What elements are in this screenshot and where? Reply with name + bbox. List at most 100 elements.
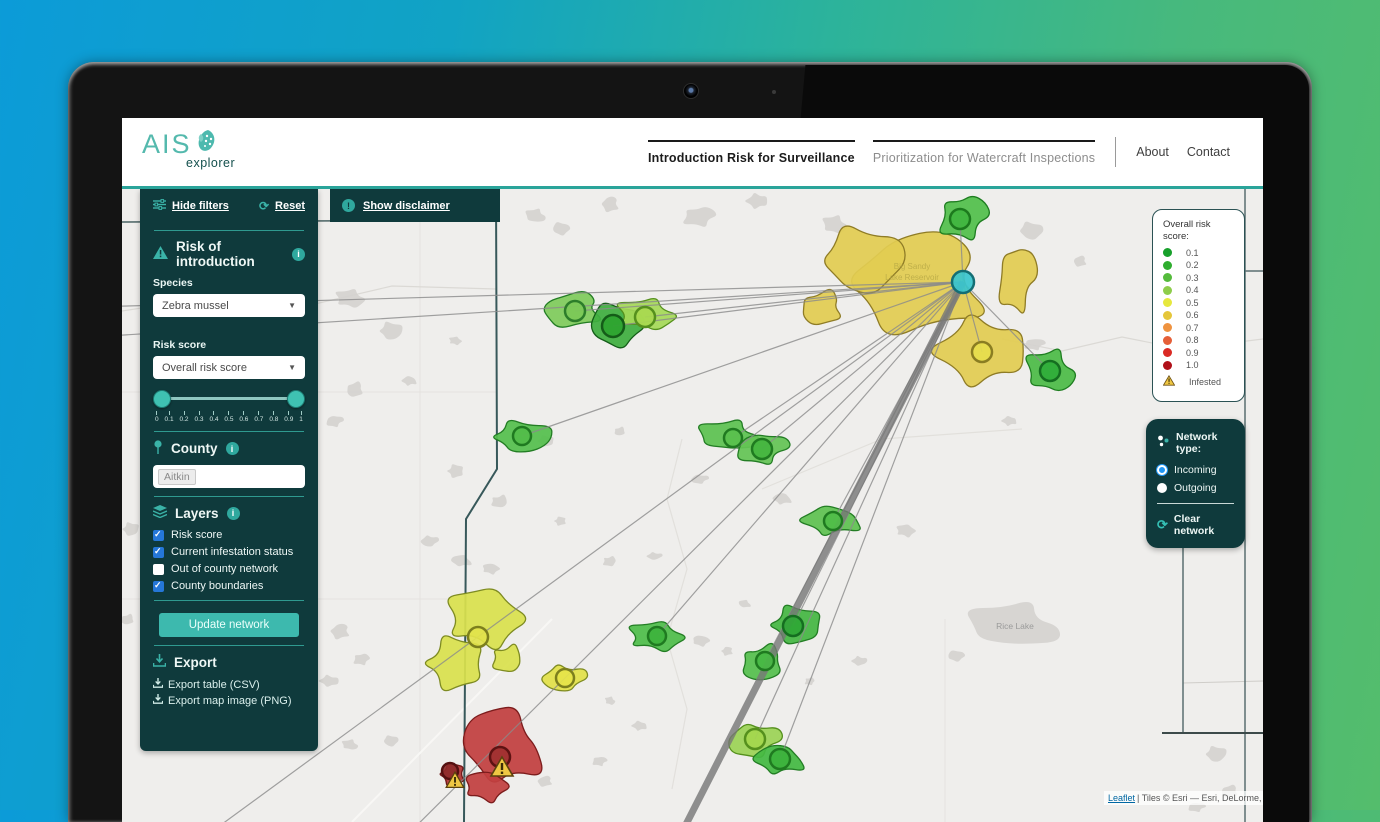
legend-item: 0.3 [1163,273,1234,283]
lake-marker[interactable] [556,669,574,687]
legend-item: 0.8 [1163,335,1234,345]
lake-marker[interactable] [745,729,765,749]
divider [154,431,304,432]
nav-tab[interactable]: Prioritization for Watercraft Inspection… [873,140,1095,165]
risk-range-slider[interactable] [155,389,303,411]
species-select[interactable]: Zebra mussel ▼ [153,294,305,317]
tiles-credit: | Tiles © Esri — Esri, DeLorme, NAVTEQ [1137,793,1263,803]
lake-marker[interactable] [468,627,488,647]
lake-marker[interactable] [950,209,970,229]
reset-button[interactable]: Reset [275,200,305,212]
chevron-down-icon: ▼ [288,301,296,310]
legend-title: Overall risk score: [1163,219,1234,243]
legend-item: 0.7 [1163,323,1234,333]
nav-tab[interactable]: Introduction Risk for Surveillance [648,140,855,165]
risk-info-icon[interactable]: i [292,248,305,261]
app-header: AIS explorer Introduction Risk for Sur [122,118,1263,186]
county-info-icon[interactable]: i [226,442,239,455]
legend-item: 0.2 [1163,260,1234,270]
legend-label: Infested [1189,377,1221,387]
nav-link-about[interactable]: About [1136,145,1169,159]
layer-checkbox-row[interactable]: Out of county network [153,563,305,575]
layer-label: County boundaries [171,580,263,592]
hide-filters-button[interactable]: Hide filters [172,200,229,212]
risk-score-label: Risk score [153,339,305,351]
export-link[interactable]: Export map image (PNG) [153,694,305,707]
filters-sidebar: Hide filters ⟳ Reset [140,189,318,751]
layers-section-title: Layers [175,506,219,521]
nav-link-contact[interactable]: Contact [1187,145,1230,159]
legend-label: 0.2 [1186,260,1199,270]
show-disclaimer-button[interactable]: Show disclaimer [363,200,450,212]
slider-tick: 0.3 [194,411,203,423]
clear-network-label: Clear network [1174,513,1234,537]
lake-marker[interactable] [756,652,774,670]
info-icon: ! [342,199,355,212]
lake-marker[interactable] [770,749,790,769]
slider-tick: 0.4 [209,411,218,423]
county-section-title: County [171,441,218,456]
slider-handle-min[interactable] [153,390,171,408]
export-section-title: Export [174,655,217,670]
lake-marker[interactable] [1040,361,1060,381]
layer-checkbox-row[interactable]: Current infestation status [153,546,305,558]
layer-label: Out of county network [171,563,278,575]
layer-checkbox-row[interactable]: County boundaries [153,580,305,592]
lake-marker[interactable] [602,315,624,337]
logo[interactable]: AIS explorer [142,128,235,170]
leaflet-link[interactable]: Leaflet [1108,793,1135,803]
legend-label: 0.1 [1186,248,1199,258]
network-option-outgoing[interactable]: Outgoing [1157,482,1234,494]
slider-tick: 0.6 [239,411,248,423]
checkbox[interactable] [153,547,164,558]
radio-button[interactable] [1157,483,1167,493]
layer-checkbox-row[interactable]: Risk score [153,529,305,541]
clear-network-button[interactable]: ⟳ Clear network [1157,513,1234,537]
lake-marker[interactable] [952,271,974,293]
legend-label: 0.3 [1186,273,1199,283]
radio-button[interactable] [1157,465,1167,475]
lake-marker[interactable] [565,301,585,321]
disclaimer-bar: ! Show disclaimer [330,189,500,222]
network-type-title: Network type: [1176,431,1234,455]
legend-color-dot [1163,286,1172,295]
lake-marker[interactable] [635,307,655,327]
legend-color-dot [1163,298,1172,307]
refresh-icon: ⟳ [1157,517,1168,533]
checkbox[interactable] [153,564,164,575]
legend-label: 1.0 [1186,360,1199,370]
slider-tick: 0.7 [254,411,263,423]
checkbox[interactable] [153,530,164,541]
county-chip[interactable]: Aitkin [158,469,196,485]
map-attribution: Leaflet | Tiles © Esri — Esri, DeLorme, … [1104,791,1263,805]
divider [154,600,304,601]
checkbox[interactable] [153,581,164,592]
legend-color-dot [1163,248,1172,257]
layers-icon [153,505,167,521]
county-input[interactable]: Aitkin [153,465,305,488]
lake-marker[interactable] [724,429,742,447]
legend-color-dot [1163,323,1172,332]
network-type-panel: Network type: Incoming Outgoing ⟳ Clear n… [1146,419,1245,548]
legend-color-dot [1163,273,1172,282]
risk-score-select[interactable]: Overall risk score ▼ [153,356,305,379]
lake-marker[interactable] [752,439,772,459]
filter-sliders-icon [153,197,166,215]
download-icon [153,694,163,707]
export-link[interactable]: Export table (CSV) [153,678,305,691]
lake-marker[interactable] [513,427,531,445]
lake-marker[interactable] [648,627,666,645]
legend-color-dot [1163,336,1172,345]
network-option-incoming[interactable]: Incoming [1157,464,1234,476]
lake-marker[interactable] [824,512,842,530]
legend-color-dot [1163,361,1172,370]
legend-color-dot [1163,261,1172,270]
update-network-button[interactable]: Update network [159,613,299,637]
lake-marker[interactable] [783,616,803,636]
layers-info-icon[interactable]: i [227,507,240,520]
slider-tick: 0.1 [165,411,174,423]
slider-handle-max[interactable] [287,390,305,408]
download-icon [153,678,163,691]
layer-label: Risk score [171,529,222,541]
lake-marker[interactable] [972,342,992,362]
